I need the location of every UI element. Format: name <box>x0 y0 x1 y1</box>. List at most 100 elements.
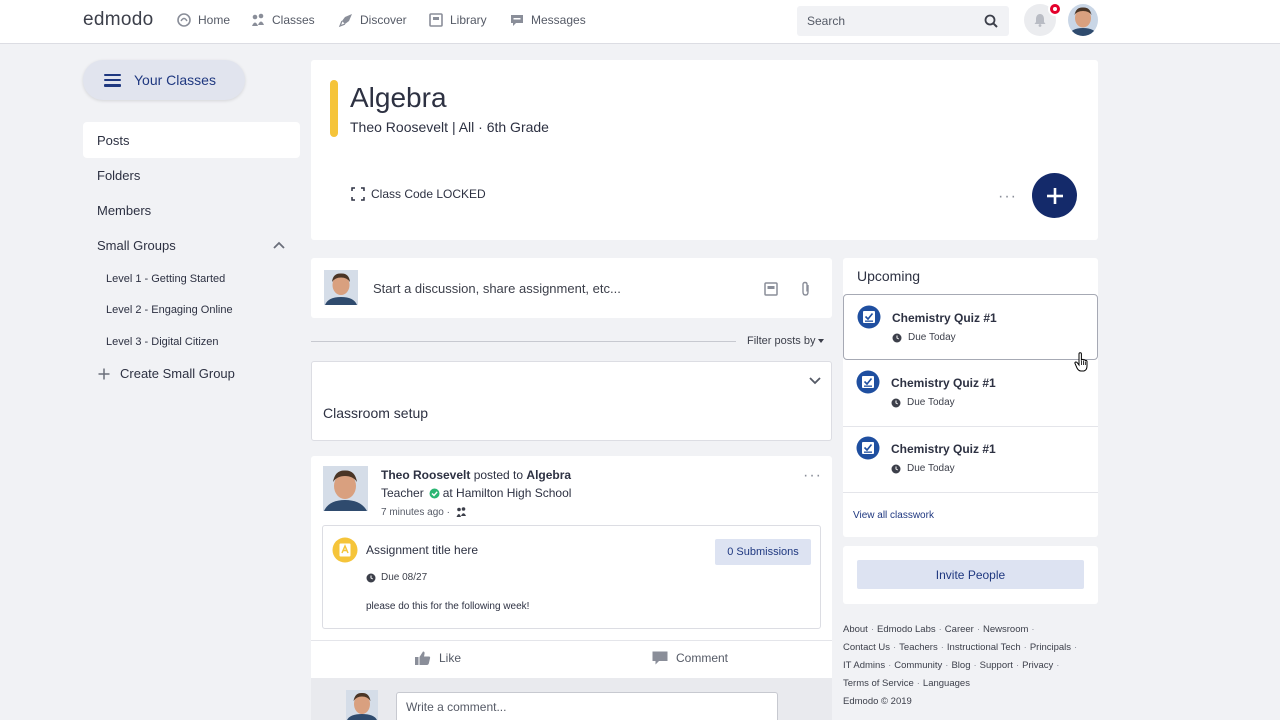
search-icon[interactable] <box>983 13 999 29</box>
create-small-group-button[interactable]: Create Small Group <box>97 366 235 381</box>
create-small-group-label: Create Small Group <box>120 366 235 381</box>
footer-link-terms-of-service[interactable]: Terms of Service <box>843 678 914 689</box>
small-group-level-2[interactable]: Level 2 - Engaging Online <box>106 304 233 316</box>
assignment-icon <box>332 537 358 563</box>
sidebar-item-members[interactable]: Members <box>83 192 300 228</box>
footer-link-instructional-tech[interactable]: Instructional Tech <box>947 642 1021 653</box>
footer-link-languages[interactable]: Languages <box>923 678 970 689</box>
notifications-button[interactable] <box>1024 2 1062 36</box>
footer-link-career[interactable]: Career <box>945 624 974 635</box>
footer-link-privacy[interactable]: Privacy <box>1022 660 1053 671</box>
sidebar-item-folders[interactable]: Folders <box>83 157 300 193</box>
footer-link-blog[interactable]: Blog <box>951 660 970 671</box>
library-attach-icon[interactable] <box>764 282 778 296</box>
clock-icon <box>366 573 376 582</box>
assignment-due-date: Due 08/27 <box>381 572 428 583</box>
upcoming-item-title: Chemistry Quiz #1 <box>891 376 996 390</box>
footer-link-edmodo-labs[interactable]: Edmodo Labs <box>877 624 936 635</box>
hamburger-menu-icon <box>104 73 121 87</box>
posted-to-text: posted to <box>470 468 527 482</box>
post-author-school: at Hamilton High School <box>442 486 572 500</box>
small-group-level-3[interactable]: Level 3 - Digital Citizen <box>106 336 219 348</box>
nav-messages[interactable]: Messages <box>509 0 586 40</box>
class-more-options-icon[interactable]: ··· <box>998 188 1017 206</box>
upcoming-item-due: Due Today <box>891 463 955 474</box>
class-audience-icon <box>456 507 466 517</box>
upcoming-item[interactable]: Chemistry Quiz #1 Due Today <box>843 294 1098 360</box>
upcoming-panel: Upcoming Chemistry Quiz #1 Due Today Che… <box>843 258 1098 537</box>
sidebar-item-posts[interactable]: Posts <box>83 122 300 158</box>
post-meta: 7 minutes ago · <box>381 506 467 518</box>
post-author-avatar[interactable] <box>323 466 368 511</box>
comment-label: Comment <box>676 651 729 665</box>
upcoming-title: Upcoming <box>857 268 921 284</box>
footer-row: Terms of Service · Languages <box>843 678 970 689</box>
your-classes-label: Your Classes <box>134 72 216 88</box>
class-subtitle: Theo Roosevelt | All · 6th Grade <box>350 119 549 135</box>
chevron-down-icon[interactable] <box>809 376 821 386</box>
footer-copyright: Edmodo © 2019 <box>843 696 912 707</box>
footer-link-teachers[interactable]: Teachers <box>899 642 938 653</box>
post-composer[interactable]: Start a discussion, share assignment, et… <box>311 258 832 318</box>
comment-button[interactable]: Comment <box>651 650 728 666</box>
plus-icon <box>1046 187 1063 204</box>
footer-row: Contact Us · Teachers · Instructional Tech · P… <box>843 642 1078 653</box>
clock-icon <box>891 398 901 407</box>
footer-row: IT Admins · Community · Blog · Support · Privacy… <box>843 660 1060 671</box>
nav-home[interactable]: Home <box>176 0 230 40</box>
clock-icon <box>892 333 902 342</box>
class-code-icon <box>351 187 365 201</box>
your-classes-button[interactable]: Your Classes <box>83 60 245 100</box>
invite-people-button[interactable]: Invite People <box>857 560 1084 589</box>
class-code-button[interactable]: Class Code LOCKED <box>351 187 486 201</box>
plus-icon <box>98 368 110 379</box>
classroom-setup-panel[interactable]: Classroom setup <box>311 361 832 441</box>
assignment-title[interactable]: Assignment title here <box>366 543 478 557</box>
view-all-classwork-link[interactable]: View all classwork <box>853 510 934 521</box>
add-button[interactable] <box>1032 173 1077 218</box>
post-author-name[interactable]: Theo Roosevelt <box>381 468 470 482</box>
commenter-avatar <box>346 690 378 720</box>
assignment-due: Due 08/27 <box>366 572 427 583</box>
hand-pointer-cursor-icon <box>1074 352 1088 372</box>
nav-discover-label: Discover <box>360 13 407 27</box>
upcoming-item[interactable]: Chemistry Quiz #1 Due Today <box>843 360 1098 426</box>
assignment-card[interactable]: Assignment title here 0 Submissions Due … <box>322 525 821 629</box>
footer-link-newsroom[interactable]: Newsroom <box>983 624 1028 635</box>
footer-link-about[interactable]: About <box>843 624 868 635</box>
footer-links: About · Edmodo Labs · Career · Newsroom · Conta… <box>843 621 1103 711</box>
nav-classes[interactable]: Classes <box>250 0 315 40</box>
class-header-card: Algebra Theo Roosevelt | All · 6th Grade… <box>311 60 1098 240</box>
post-header-line: Theo Roosevelt posted to Algebra <box>381 468 571 482</box>
edmodo-logo[interactable]: edmodo <box>83 9 153 31</box>
paperclip-icon[interactable] <box>799 281 813 297</box>
top-navigation-bar: edmodo Home Classes Discover Library Mes… <box>0 0 1280 44</box>
post-group-name[interactable]: Algebra <box>526 468 571 482</box>
nav-discover[interactable]: Discover <box>338 0 407 40</box>
filter-posts-dropdown[interactable]: Filter posts by <box>747 335 825 347</box>
post-card: Theo Roosevelt posted to Algebra Teacher… <box>311 456 832 720</box>
upcoming-item-title: Chemistry Quiz #1 <box>892 311 997 325</box>
post-author-role-line: Teacher at Hamilton High School <box>381 486 571 500</box>
footer-link-it-admins[interactable]: IT Admins <box>843 660 885 671</box>
composer-placeholder[interactable]: Start a discussion, share assignment, et… <box>373 281 621 296</box>
user-avatar[interactable] <box>1068 4 1098 36</box>
chevron-up-icon[interactable] <box>273 240 285 250</box>
like-button[interactable]: Like <box>414 650 461 666</box>
messages-icon <box>511 15 523 26</box>
upcoming-item[interactable]: Chemistry Quiz #1 Due Today <box>843 426 1098 492</box>
small-group-level-1[interactable]: Level 1 - Getting Started <box>106 273 225 285</box>
submissions-button[interactable]: 0 Submissions <box>715 539 811 565</box>
nav-library[interactable]: Library <box>428 0 487 40</box>
post-more-options-icon[interactable]: ··· <box>803 467 822 485</box>
footer-link-community[interactable]: Community <box>894 660 942 671</box>
footer-link-principals[interactable]: Principals <box>1030 642 1071 653</box>
sidebar-item-small-groups[interactable]: Small Groups <box>83 227 300 263</box>
composer-avatar <box>324 270 358 305</box>
footer-link-support[interactable]: Support <box>980 660 1013 671</box>
footer-link-contact-us[interactable]: Contact Us <box>843 642 890 653</box>
search-input[interactable] <box>797 14 977 28</box>
comment-box <box>396 692 778 720</box>
notification-badge <box>1048 2 1062 16</box>
comment-input[interactable] <box>397 693 767 714</box>
